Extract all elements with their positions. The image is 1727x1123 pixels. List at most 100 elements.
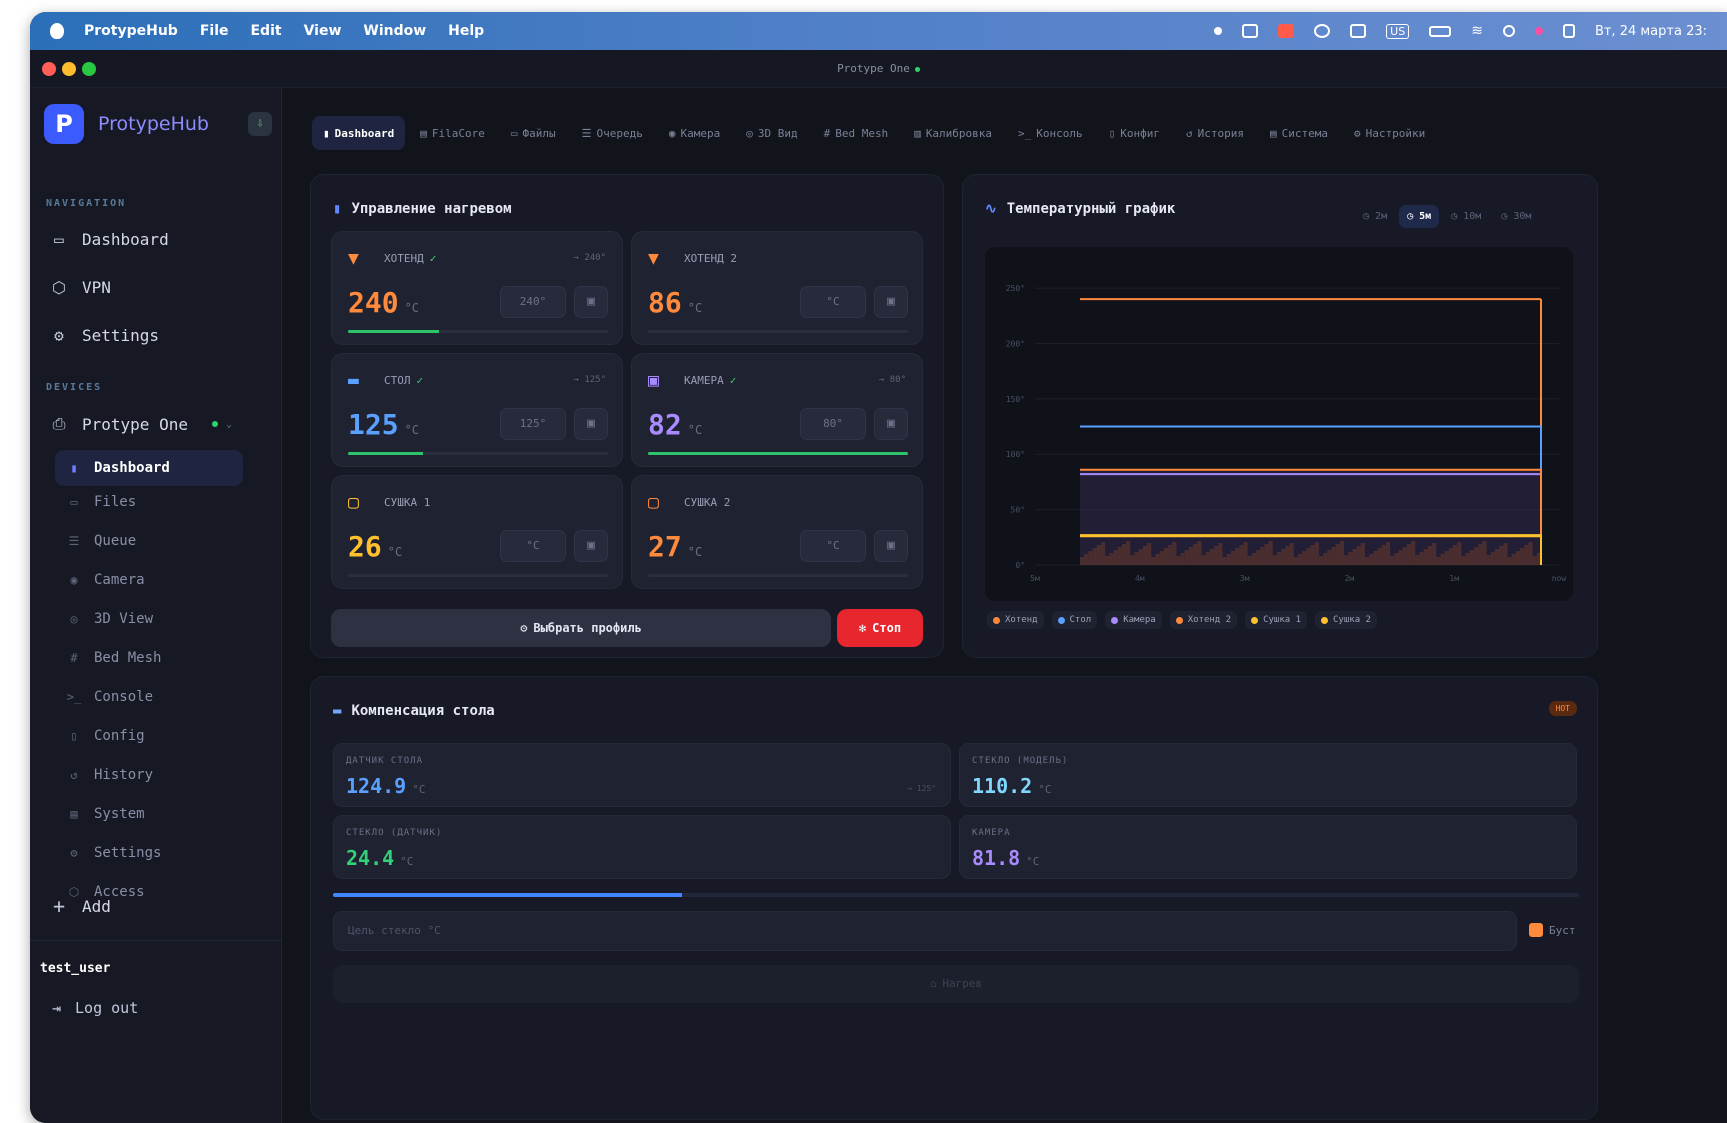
heater-target-input[interactable]: 125° — [500, 408, 566, 440]
menu-edit[interactable]: Edit — [250, 23, 281, 39]
sidebar-sub-system[interactable]: ▤ System — [66, 806, 144, 822]
noise-bar — [1121, 544, 1127, 565]
tab-8[interactable]: >_ Консоль — [1007, 116, 1094, 150]
apple-icon[interactable] — [50, 23, 64, 39]
legend-item[interactable]: Хотенд 2 — [1169, 611, 1238, 629]
heater-target-input[interactable]: °C — [800, 286, 866, 318]
sidebar-item-vpn[interactable]: ⬡ VPN — [50, 278, 111, 297]
control-center-icon[interactable] — [1562, 24, 1575, 38]
sidebar-sub-history[interactable]: ↺ History — [66, 767, 153, 783]
select-profile-button[interactable]: ⚙ Выбрать профиль — [331, 609, 831, 647]
legend-item[interactable]: Хотенд — [987, 611, 1044, 629]
menu-app[interactable]: ProtypeHub — [84, 23, 178, 39]
tab-4[interactable]: ◉ Камера — [658, 116, 731, 150]
tab-3[interactable]: ☰ Очередь — [571, 116, 654, 150]
bed-icon: ▬ — [348, 370, 359, 391]
tab-5[interactable]: ◎ 3D Вид — [735, 116, 808, 150]
save-icon[interactable]: ▣ — [874, 286, 908, 318]
glass-target-input[interactable]: Цель стекло °C — [333, 911, 1517, 951]
heater-target-input[interactable]: 80° — [800, 408, 866, 440]
sidebar-item-dashboard[interactable]: ▭ Dashboard — [50, 230, 169, 249]
legend-item[interactable]: Сушка 1 — [1245, 611, 1308, 629]
gear-icon: ⚙ — [1354, 126, 1361, 140]
tab-12[interactable]: ⚙ Настройки — [1343, 116, 1436, 150]
status-app-icon[interactable] — [1278, 24, 1295, 38]
sidebar-sub-bed-mesh[interactable]: # Bed Mesh — [66, 650, 161, 666]
status-sun-icon[interactable] — [1214, 27, 1223, 35]
noise-bar — [1511, 554, 1516, 565]
heater-target-input[interactable]: °C — [800, 530, 866, 562]
sidebar-sub-dashboard[interactable]: ▮ Dashboard — [55, 450, 243, 486]
noise-bar — [1100, 542, 1106, 565]
sidebar-sub-settings[interactable]: ⚙ Settings — [66, 845, 161, 861]
y-tick-label: 150° — [1006, 395, 1025, 404]
server-icon: ▤ — [70, 807, 78, 821]
tab-2[interactable]: ▭ Файлы — [500, 116, 567, 150]
logout-button[interactable]: ⇥ Log out — [52, 999, 138, 1017]
nav-section-label: NAVIGATION — [46, 198, 127, 209]
tab-0[interactable]: ▮ Dashboard — [312, 116, 406, 150]
add-device-button[interactable]: + Add — [50, 894, 111, 918]
legend-item[interactable]: Стол — [1051, 611, 1098, 629]
battery-icon[interactable] — [1429, 25, 1452, 37]
boost-checkbox[interactable]: Буст — [1529, 923, 1576, 937]
range-option-1[interactable]: ◷ 5м — [1399, 205, 1440, 228]
sidebar-sub-config[interactable]: ▯ Config — [66, 728, 144, 744]
save-icon[interactable]: ▣ — [574, 286, 608, 318]
save-icon[interactable]: ▣ — [574, 530, 608, 562]
tab-1[interactable]: ▤ FilaCore — [409, 116, 496, 150]
menu-window[interactable]: Window — [363, 23, 426, 39]
status-user-icon[interactable] — [1314, 24, 1331, 38]
range-option-3[interactable]: ◷ 30м — [1493, 205, 1539, 228]
siri-icon[interactable] — [1534, 27, 1543, 35]
save-icon[interactable]: ▣ — [874, 530, 908, 562]
sidebar-sub-queue[interactable]: ☰ Queue — [66, 533, 137, 549]
tab-11[interactable]: ▤ Система — [1259, 116, 1339, 150]
input-language[interactable]: US — [1386, 23, 1410, 39]
thermometer-icon: ▮ — [70, 461, 78, 475]
sidebar-sub-camera[interactable]: ◉ Camera — [66, 572, 144, 588]
menu-file[interactable]: File — [200, 23, 229, 39]
save-icon[interactable]: ▣ — [574, 408, 608, 440]
stop-button[interactable]: ✻ Стоп — [837, 609, 923, 647]
legend-item[interactable]: Сушка 2 — [1315, 611, 1377, 629]
noise-bar — [1457, 542, 1462, 565]
heater-target-input[interactable]: 240° — [500, 286, 566, 318]
heater-target-input[interactable]: °C — [500, 530, 566, 562]
tab-7[interactable]: ▥ Калибровка — [903, 116, 1003, 150]
sidebar: P ProtypeHub ⇩ NAVIGATION ▭ Dashboard ⬡ VP… — [30, 88, 282, 1123]
bed-icon: ▬ — [333, 703, 342, 719]
status-window-icon[interactable] — [1350, 24, 1367, 38]
sidebar-item-settings[interactable]: ⚙ Settings — [50, 326, 159, 345]
noise-bar — [1486, 555, 1491, 565]
brand[interactable]: P ProtypeHub ⇩ — [44, 104, 272, 144]
range-option-2[interactable]: ◷ 10м — [1443, 205, 1489, 228]
range-option-0[interactable]: ◷ 2м — [1355, 205, 1395, 228]
heat-button[interactable]: ⌂ Нагрев — [333, 965, 1579, 1003]
noise-bar — [1444, 551, 1449, 565]
noise-bar — [1272, 555, 1277, 565]
noise-bar — [1482, 541, 1487, 565]
chevron-down-icon: ⌄ — [225, 418, 232, 430]
sidebar-sub-console[interactable]: >_ Console — [66, 689, 153, 705]
noise-bar — [1331, 547, 1336, 565]
menubar-clock[interactable]: Вт, 24 марта 23: — [1595, 24, 1707, 39]
wifi-icon[interactable]: ≋ — [1471, 23, 1483, 39]
pin-icon[interactable]: ⇩ — [248, 112, 272, 136]
legend-item[interactable]: Камера — [1105, 611, 1162, 629]
status-transfer-icon[interactable] — [1242, 24, 1259, 38]
sidebar-sub-files[interactable]: ▭ Files — [66, 494, 136, 510]
save-icon[interactable]: ▣ — [874, 408, 908, 440]
device-protype-one[interactable]: ⎙ Protype One ⌄ — [50, 414, 232, 434]
search-icon[interactable] — [1502, 25, 1515, 37]
heater-target: → 80° — [878, 375, 906, 385]
tab-9[interactable]: ▯ Конфиг — [1098, 116, 1171, 150]
menu-help[interactable]: Help — [448, 23, 484, 39]
sidebar-sub-3d-view[interactable]: ◎ 3D View — [66, 611, 153, 627]
noise-bar — [1226, 554, 1231, 565]
noise-bar — [1419, 552, 1424, 565]
tab-6[interactable]: # Bed Mesh — [813, 116, 900, 150]
tab-10[interactable]: ↺ История — [1175, 116, 1255, 150]
menu-view[interactable]: View — [304, 23, 342, 39]
sensor-value: 124.9 °C — [346, 774, 426, 798]
